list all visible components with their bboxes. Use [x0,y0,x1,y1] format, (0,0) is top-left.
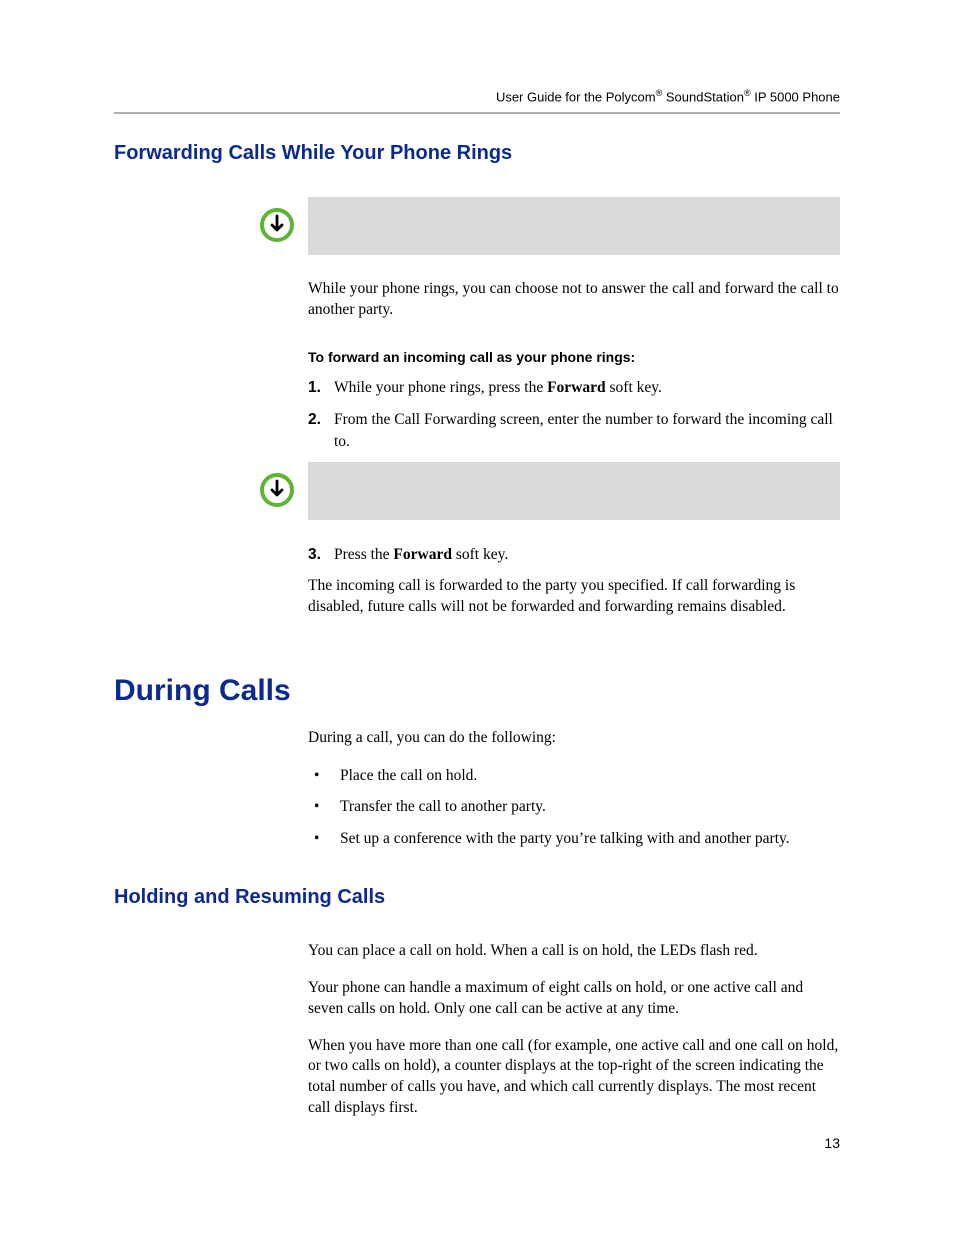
tip-row-1 [246,197,840,255]
bullet-text: Set up a conference with the party you’r… [340,828,790,850]
step-text: From the Call Forwarding screen, enter t… [334,409,840,452]
step-list-a: 1.While your phone rings, press the Forw… [308,377,840,452]
intro-paragraph: While your phone rings, you can choose n… [308,279,840,321]
tip-icon [246,462,308,508]
step-number: 2. [308,409,334,452]
body-paragraph: Your phone can handle a maximum of eight… [308,978,840,1020]
step-list-b: 3.Press the Forward soft key. [308,544,840,566]
during-bullet-list: Place the call on hold. Transfer the call… [308,765,840,850]
step-number: 1. [308,377,334,399]
step-text: While your phone rings, press the Forwar… [334,377,840,399]
heading-holding-resuming: Holding and Resuming Calls [114,886,840,909]
tip-placeholder-box [308,197,840,255]
header-rule [114,112,840,114]
running-header: User Guide for the Polycom® SoundStation… [114,88,840,104]
body-paragraph: When you have more than one call (for ex… [308,1036,840,1120]
result-paragraph: The incoming call is forwarded to the pa… [308,576,840,618]
tip-icon [246,197,308,243]
tip-placeholder-box [308,462,840,520]
body-paragraph: You can place a call on hold. When a cal… [308,941,840,962]
heading-during-calls: During Calls [114,674,840,708]
during-intro: During a call, you can do the following: [308,728,840,749]
heading-forwarding-calls: Forwarding Calls While Your Phone Rings [114,142,840,165]
step-text: Press the Forward soft key. [334,544,840,566]
bullet-text: Place the call on hold. [340,765,477,787]
procedure-subheading: To forward an incoming call as your phon… [308,349,840,365]
page-number: 13 [824,1135,840,1151]
holding-paragraphs: You can place a call on hold. When a cal… [308,941,840,1119]
tip-row-2 [246,462,840,520]
bullet-text: Transfer the call to another party. [340,796,546,818]
step-number: 3. [308,544,334,566]
